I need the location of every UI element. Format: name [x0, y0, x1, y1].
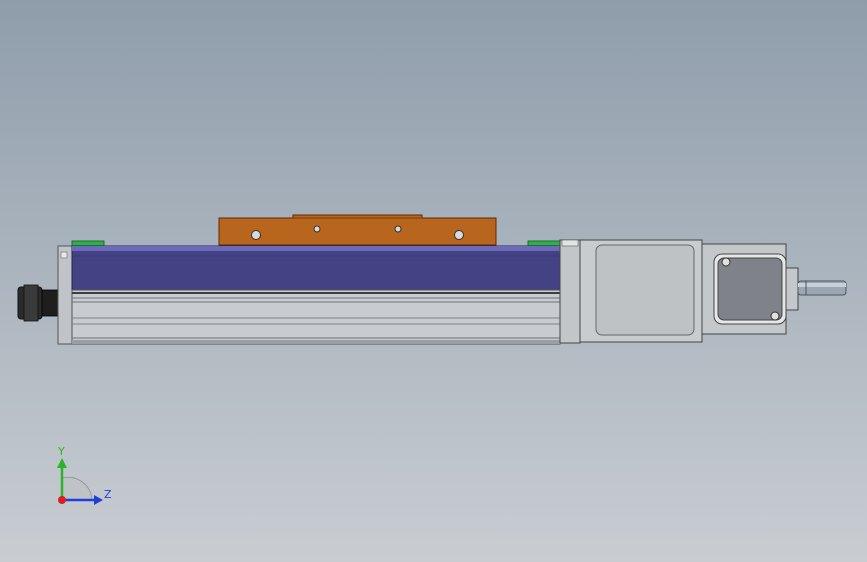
y-axis-arrow-icon — [57, 458, 67, 468]
left-end-cap[interactable] — [57, 245, 73, 345]
motor-flange[interactable] — [559, 239, 581, 344]
plate-screw — [770, 311, 780, 321]
cad-viewport[interactable]: Y Z — [0, 0, 867, 562]
z-axis-arrow-icon — [94, 495, 103, 505]
triad-plane — [61, 476, 93, 501]
connector-neck — [41, 289, 61, 317]
carriage-hole — [454, 230, 464, 240]
rail-cover[interactable] — [71, 245, 561, 291]
z-axis-label: Z — [104, 488, 112, 501]
extrusion-body[interactable] — [71, 289, 561, 345]
carriage-hole — [313, 225, 321, 233]
carriage-plate[interactable] — [218, 214, 497, 246]
end-cap-plate — [57, 245, 73, 345]
x-axis-dot-icon — [58, 496, 66, 504]
linear-actuator-model[interactable]: Y Z — [0, 0, 867, 562]
motor-back-plate[interactable] — [713, 253, 799, 325]
connector-nut — [23, 284, 39, 322]
y-axis-label: Y — [57, 445, 65, 458]
plate-screw — [721, 257, 731, 267]
left-connector[interactable] — [17, 284, 61, 322]
carriage-hole — [251, 230, 261, 240]
carriage-hole — [394, 225, 402, 233]
output-shaft[interactable] — [797, 280, 847, 296]
axis-triad: Y Z — [57, 445, 112, 505]
end-cap-screw — [60, 251, 68, 259]
